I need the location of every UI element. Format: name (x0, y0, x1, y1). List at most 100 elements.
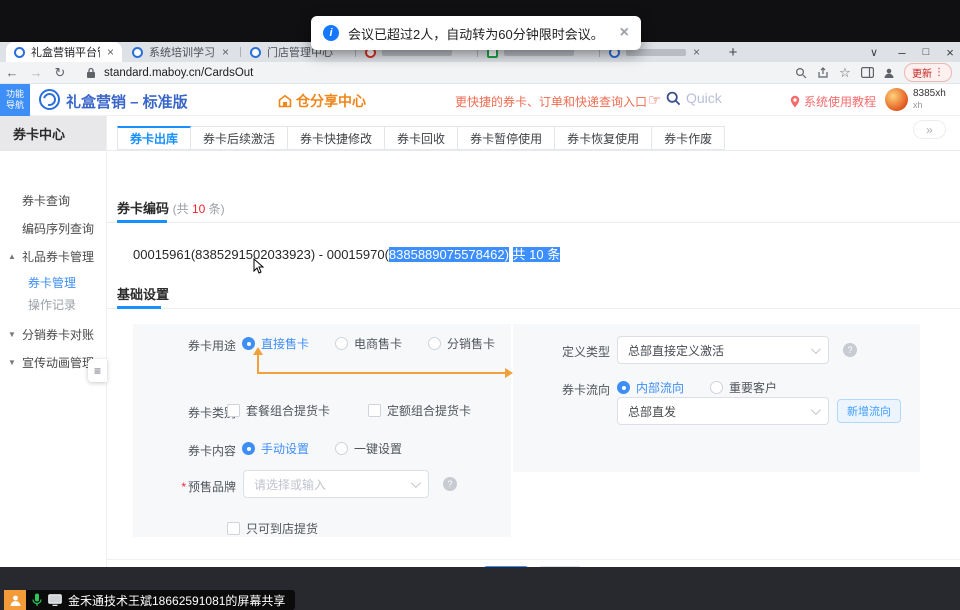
tab-followup-activation[interactable]: 券卡后续激活 (191, 126, 288, 150)
microphone-icon[interactable] (32, 593, 42, 607)
checkbox-store-pickup-only[interactable] (227, 522, 240, 535)
help-icon[interactable]: ? (843, 343, 857, 357)
sidebar: 券卡中心 券卡查询 编码序列查询 ▲ 礼品券卡管理 券卡管理 操作记录 ▼ 分销… (0, 116, 107, 567)
collapse-panel-pill[interactable]: » (913, 120, 946, 139)
sidebar-item-card-management[interactable]: 券卡管理 (0, 272, 107, 292)
radio-internal-flow[interactable] (617, 381, 630, 394)
chrome-update-chip[interactable]: 更新 ⋮ (904, 63, 952, 82)
sidebar-collapse-handle[interactable]: ≡ (88, 359, 107, 382)
new-tab-button[interactable]: + (723, 43, 743, 61)
site-favicon (132, 47, 143, 58)
share-center-link[interactable]: 仓分享中心 (278, 91, 366, 111)
sidebar-group-distribution-reconciliation[interactable]: ▼ 分销券卡对账 (0, 324, 107, 344)
user-name: 8385xh (913, 88, 946, 100)
window-maximize-button[interactable]: □ (914, 42, 938, 62)
sidebar-title: 券卡中心 (0, 116, 106, 151)
tab-search-icon[interactable]: ∨ (862, 42, 886, 62)
tabs-divider (107, 150, 960, 151)
help-icon[interactable]: ? (443, 477, 457, 491)
sharer-avatar-icon (4, 590, 26, 610)
presale-brand-select[interactable]: 请选择或输入 (243, 470, 429, 498)
card-code-range: 00015961(8385291502033923) - 00015970(83… (133, 244, 560, 263)
store-only-row: 只可到店提货 (227, 520, 318, 537)
tab-quick-modify[interactable]: 券卡快捷修改 (288, 126, 385, 150)
section-underline (117, 306, 161, 309)
sidebar-group-gift-card-management[interactable]: ▲ 礼品券卡管理 (0, 246, 107, 266)
chevron-down-icon (811, 405, 821, 415)
card-action-tabs: 券卡出库 券卡后续激活 券卡快捷修改 券卡回收 券卡暂停使用 券卡恢复使用 券卡… (117, 126, 725, 150)
tab-card-suspend[interactable]: 券卡暂停使用 (458, 126, 555, 150)
sidebar-item-code-sequence-query[interactable]: 编码序列查询 (0, 218, 107, 238)
system-tutorial-link[interactable]: 系统使用教程 (790, 93, 876, 110)
screen-share-icon (48, 594, 62, 606)
tab-close-icon[interactable]: × (107, 45, 114, 59)
sidebar-item-operation-records[interactable]: 操作记录 (0, 294, 107, 314)
share-icon[interactable] (816, 66, 830, 80)
menu-dots-icon: ⋮ (934, 67, 944, 78)
add-flow-button[interactable]: 新增流向 (837, 399, 901, 423)
window-minimize-button[interactable]: – (890, 42, 914, 62)
basic-settings-panel-right: 定义类型 总部直接定义激活 ? 券卡流向 内部流向 重要客户 (513, 324, 920, 472)
function-nav-button[interactable]: 功能 导航 (0, 84, 30, 116)
side-panel-icon[interactable] (860, 66, 874, 80)
annotation-arrowhead-right (505, 368, 513, 378)
usage-options: 直接售卡 电商售卡 分销售卡 (242, 335, 495, 352)
sidebar-item-card-query[interactable]: 券卡查询 (0, 190, 107, 210)
tab-title: 系统培训学习 (149, 44, 215, 60)
browser-window: 礼盒营销平台管理中心 × 系统培训学习 × 门店管理中心 (0, 42, 960, 567)
code-section-title: 券卡编码 (共 10 条) (117, 198, 225, 217)
forward-button[interactable]: → (24, 65, 48, 80)
pointing-finger-icon: ☞ (648, 91, 661, 109)
define-type-select[interactable]: 总部直接定义激活 (617, 336, 829, 364)
flow-label: 券卡流向 (548, 381, 610, 398)
lock-icon (84, 66, 98, 80)
code-count-note: (共 10 条) (173, 202, 225, 216)
tab-title: 礼盒营销平台管理中心 (31, 44, 100, 60)
flow-options: 内部流向 重要客户 (617, 379, 777, 396)
toast-close-icon[interactable]: × (620, 24, 629, 42)
radio-distribution-sale[interactable] (428, 337, 441, 350)
define-type-label: 定义类型 (548, 343, 610, 360)
chevron-down-icon (411, 478, 421, 488)
app-title: 礼盒营销 – 标准版 (66, 91, 188, 112)
radio-ecommerce-sale[interactable] (335, 337, 348, 350)
section-underline (117, 220, 167, 223)
browser-tab-2[interactable]: 系统培训学习 × (124, 42, 238, 62)
radio-one-key-setting[interactable] (335, 442, 348, 455)
browser-tab-1[interactable]: 礼盒营销平台管理中心 × (6, 42, 122, 62)
quick-entry-promo: 更快捷的券卡、订单和快递查询入口 (455, 93, 647, 110)
mouse-cursor (253, 258, 265, 275)
flow-select[interactable]: 总部直发 (617, 397, 829, 425)
section-divider (107, 222, 960, 223)
tab-card-resume[interactable]: 券卡恢复使用 (555, 126, 652, 150)
main-content: 券卡出库 券卡后续激活 券卡快捷修改 券卡回收 券卡暂停使用 券卡恢复使用 券卡… (107, 116, 960, 567)
profile-icon[interactable] (882, 66, 896, 80)
bookmark-star-icon[interactable]: ☆ (838, 66, 852, 80)
radio-manual-setting[interactable] (242, 442, 255, 455)
tab-close-icon[interactable]: × (693, 45, 700, 59)
checkbox-fixed-amount-combo-card[interactable] (368, 404, 381, 417)
content-label: 券卡内容 (174, 442, 236, 459)
location-pin-icon (790, 95, 800, 108)
back-button[interactable]: ← (0, 65, 24, 80)
browser-toolbar: ← → ↻ standard.maboy.cn/CardsOut ☆ (0, 62, 960, 84)
user-subname: xh (913, 100, 923, 110)
chevron-up-icon: ▲ (8, 252, 17, 261)
tab-cards-out[interactable]: 券卡出库 (117, 126, 191, 150)
meeting-toast: i 会议已超过2人，自动转为60分钟限时会议。 × (311, 16, 641, 50)
checkbox-package-combo-card[interactable] (227, 404, 240, 417)
annotation-arrow-horizontal (257, 372, 505, 374)
quick-search[interactable]: Quick (666, 90, 722, 106)
user-avatar[interactable] (885, 88, 908, 111)
tab-card-recycle[interactable]: 券卡回收 (385, 126, 458, 150)
radio-important-customer[interactable] (710, 381, 723, 394)
tab-close-icon[interactable]: × (222, 45, 229, 59)
reload-button[interactable]: ↻ (48, 65, 72, 81)
tab-card-void[interactable]: 券卡作废 (652, 126, 725, 150)
brand-label: *预售品牌 (166, 478, 236, 495)
zoom-icon[interactable] (794, 66, 808, 80)
chevron-down-icon (811, 344, 821, 354)
window-close-button[interactable]: × (938, 42, 960, 62)
url-address[interactable]: standard.maboy.cn/CardsOut (104, 67, 253, 79)
basic-section-title: 基础设置 (117, 284, 169, 303)
